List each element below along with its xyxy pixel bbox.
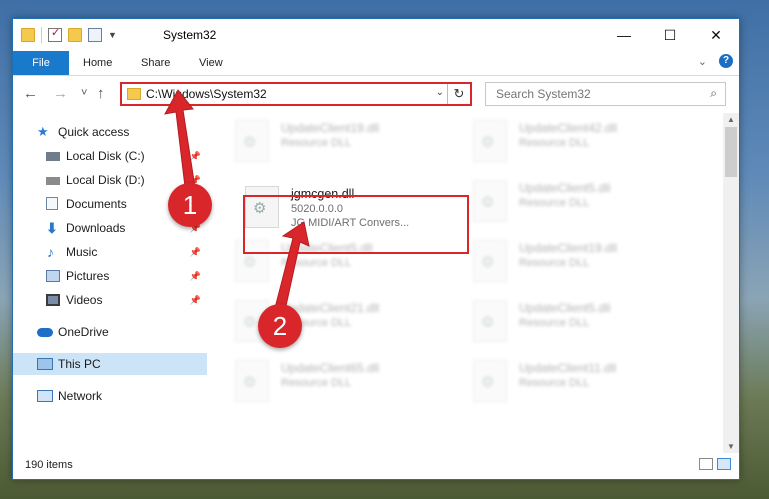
arrow-1 (164, 89, 197, 196)
arrow-2 (273, 221, 310, 316)
annotation-arrows (164, 89, 310, 316)
step-marker-1: 1 (168, 183, 212, 227)
step-marker-2: 2 (258, 304, 302, 348)
